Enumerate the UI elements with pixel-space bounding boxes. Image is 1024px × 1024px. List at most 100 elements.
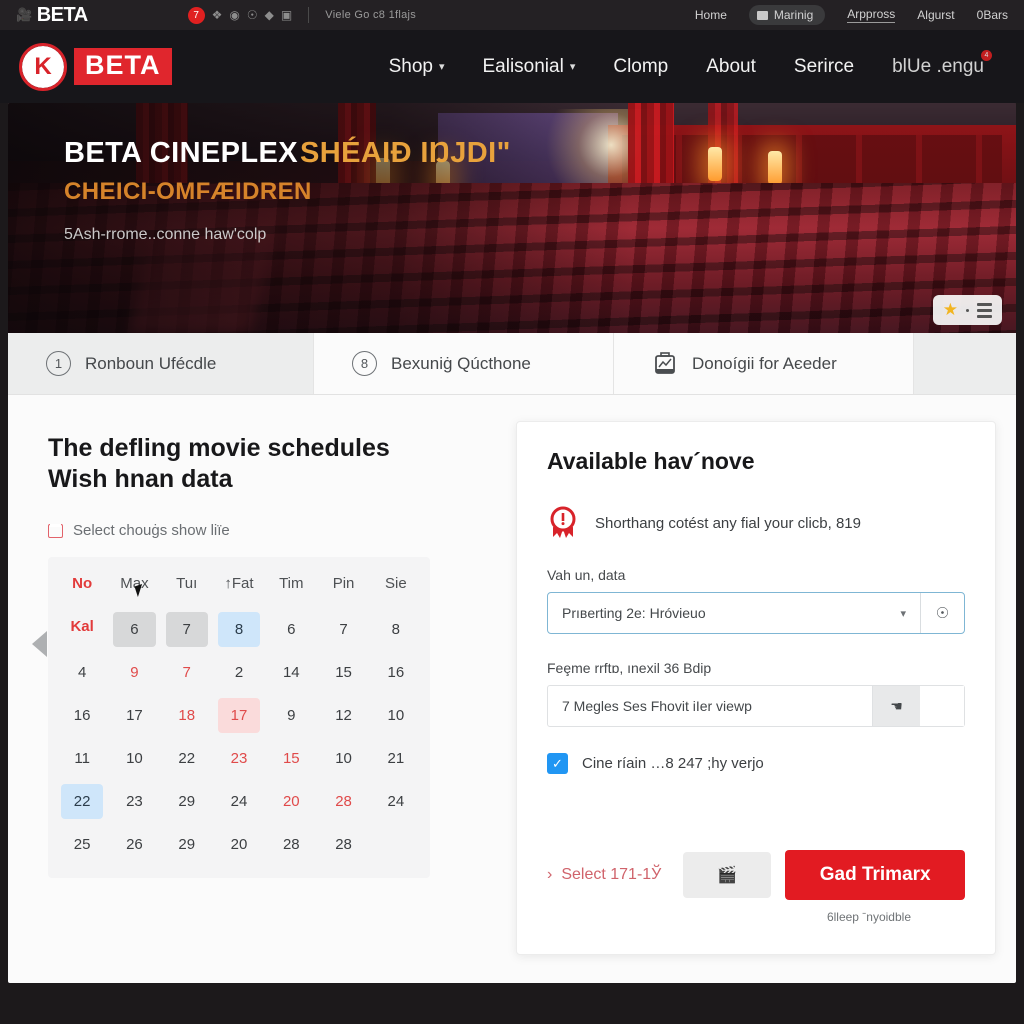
calendar-day[interactable]: 2 [218, 655, 260, 690]
calendar-day[interactable]: 23 [113, 784, 155, 819]
carousel-prev-arrow[interactable] [32, 631, 47, 657]
nav-item-ealisonial[interactable]: Ealisonial ▾ [482, 56, 575, 78]
schedule-column: The defling movie schedules Wish hnan da… [24, 421, 494, 955]
step-number-2: 8 [352, 351, 377, 376]
calendar-day-highlighted[interactable]: 17 [217, 698, 261, 733]
nav-item-about[interactable]: About [706, 56, 756, 78]
calendar-header-cell: Tim [279, 575, 304, 592]
calendar-day[interactable]: 10 [113, 741, 155, 776]
calendar-header-cell: Kal [70, 618, 94, 635]
calendar-day[interactable]: 25 [61, 827, 103, 862]
step-tab-1[interactable]: 1 Ronboun Ufécdle [8, 333, 314, 394]
booking-panel: Available hav´nove Shorthang cotést any … [516, 421, 996, 955]
schedule-subtitle-row: Select chouġs show liïe [48, 522, 494, 539]
window-icon [756, 10, 768, 20]
terms-checkbox-label: Cine ríain …8 247 ;hy verjo [582, 755, 764, 772]
utility-link-arppross[interactable]: Arppross [847, 7, 896, 23]
site-logo[interactable]: K BETA [19, 42, 172, 91]
clock-icon[interactable]: ◉ [229, 8, 239, 22]
utility-link-marinig[interactable]: Marinig [748, 5, 826, 25]
card-icon[interactable]: ▣ [281, 8, 292, 22]
calendar-day[interactable]: 10 [322, 741, 364, 776]
nav-item-shop[interactable]: Shop ▾ [389, 56, 445, 78]
chevron-down-icon: ▾ [569, 61, 576, 73]
main-navigation: K BETA Shop ▾ Ealisonial ▾ Clomp About S… [0, 30, 1024, 103]
calendar-header-cell: ↑Fat [224, 575, 254, 592]
calendar-day[interactable]: 28 [322, 827, 364, 862]
utility-link-marinig-label: Marinig [773, 8, 814, 22]
submit-button[interactable]: Gad Trimarx [785, 850, 965, 900]
calendar-day[interactable]: 24 [218, 784, 260, 819]
venue-select[interactable]: Prıвerting 2e: Hróvieuo ▾ ☉ [547, 592, 965, 634]
calendar-day[interactable]: 8 [375, 612, 417, 647]
calendar-day[interactable]: 6 [113, 612, 156, 647]
calendar-day[interactable]: 20 [270, 784, 312, 819]
calendar-day[interactable]: 26 [113, 827, 155, 862]
calendar-day[interactable]: 15 [270, 741, 312, 776]
calendar-day[interactable]: 9 [113, 655, 155, 690]
calendar-day[interactable]: 23 [218, 741, 260, 776]
calendar-day[interactable]: 9 [270, 698, 312, 733]
list-icon [977, 302, 992, 318]
ticket-button[interactable]: 🎬 [683, 852, 772, 898]
utility-link-obars[interactable]: 0Bars [977, 8, 1008, 22]
calendar-day[interactable]: 22 [166, 741, 208, 776]
calendar-day[interactable]: 14 [270, 655, 312, 690]
utility-brand[interactable]: 🎥 BETA [16, 4, 88, 27]
content-area: The defling movie schedules Wish hnan da… [8, 395, 1016, 955]
terms-checkbox-row[interactable]: ✓ Cine ríain …8 247 ;hy verjo [547, 753, 965, 774]
calendar-day[interactable]: 29 [166, 827, 208, 862]
calendar-header-cell: Pin [332, 575, 355, 592]
help-icon[interactable]: ☉ [247, 8, 258, 22]
ticket-icon: 🎬 [717, 867, 738, 884]
warning-badge-icon [547, 505, 579, 541]
step-number-1: 1 [46, 351, 71, 376]
calendar-day[interactable]: 24 [375, 784, 417, 819]
location-icon[interactable]: ◆ [265, 8, 274, 22]
nav-item-language[interactable]: blUe .engu 4 [892, 49, 992, 78]
seats-input[interactable]: 7 Megles Seѕ Fhovit iIer viewp ☚ [547, 685, 965, 727]
puzzle-icon[interactable]: ❖ [212, 8, 223, 22]
calendar-day[interactable]: 18 [166, 698, 208, 733]
calendar-day-selected[interactable]: 22 [61, 784, 104, 819]
seats-field: Feȩme rrftɒ, ınexil 36 Bdip 7 Megles Seѕ… [547, 660, 965, 727]
nav-item-serirce[interactable]: Serirce [794, 56, 854, 78]
utility-note: Viele Go c8 1flajs [325, 9, 417, 21]
calendar-day[interactable]: 16 [61, 698, 103, 733]
calendar-day[interactable]: 7 [322, 612, 364, 647]
calendar-day[interactable]: 29 [166, 784, 208, 819]
hero-banner: BETA CINEPLEX SHÉAIĐ IŊJDI" CHEICI-OMFÆI… [8, 103, 1016, 333]
hero-subtitle: CHEICI-OMFÆIDREN [64, 178, 312, 205]
hero-floating-widget[interactable]: ★ [932, 295, 1002, 325]
calendar-day[interactable]: 11 [61, 741, 103, 776]
calendar-day[interactable]: 28 [270, 827, 312, 862]
calendar-day[interactable]: 7 [166, 655, 208, 690]
calendar-day[interactable]: 16 [375, 655, 417, 690]
hero-title-accent: SHÉAIĐ IŊJDI" [300, 137, 511, 169]
calendar-day[interactable]: 20 [218, 827, 260, 862]
step-tab-3[interactable]: Donoígii for Aєeder [614, 333, 914, 394]
calendar-day-selected[interactable]: 8 [217, 612, 261, 647]
step-tab-2[interactable]: 8 Bexuniġ Qúcthone [314, 333, 614, 394]
calendar-day[interactable]: 15 [322, 655, 364, 690]
chevron-down-icon: ▾ [900, 607, 906, 620]
notification-badge[interactable]: 7 [187, 6, 205, 24]
nav-item-clomp[interactable]: Clomp [613, 56, 668, 78]
calendar-day[interactable]: 12 [322, 698, 364, 733]
calendar-day[interactable]: 7 [165, 612, 208, 647]
calendar-day[interactable]: 17 [113, 698, 155, 733]
logo-mark-letter: K [34, 52, 52, 80]
calendar-day[interactable]: 28 [322, 784, 364, 819]
utility-link-home[interactable]: Home [695, 8, 727, 22]
select-seats-link[interactable]: › Select 171-1Ў [547, 866, 661, 884]
date-picker-calendar[interactable]: No Max Tuı ↑Fat Tim Pin Sie Kal 6 7 8 6 … [48, 557, 430, 878]
panel-actions: › Select 171-1Ў 🎬 Gad Trimarx [547, 850, 965, 900]
utility-link-algurst[interactable]: Algurst [917, 8, 954, 22]
pointer-icon[interactable]: ☚ [872, 686, 920, 726]
stamp-icon[interactable]: ☉ [920, 593, 964, 633]
calendar-day[interactable]: 10 [375, 698, 417, 733]
calendar-day[interactable]: 21 [375, 741, 417, 776]
terms-checkbox[interactable]: ✓ [547, 753, 568, 774]
calendar-day[interactable]: 6 [270, 612, 312, 647]
calendar-day[interactable]: 4 [61, 655, 103, 690]
